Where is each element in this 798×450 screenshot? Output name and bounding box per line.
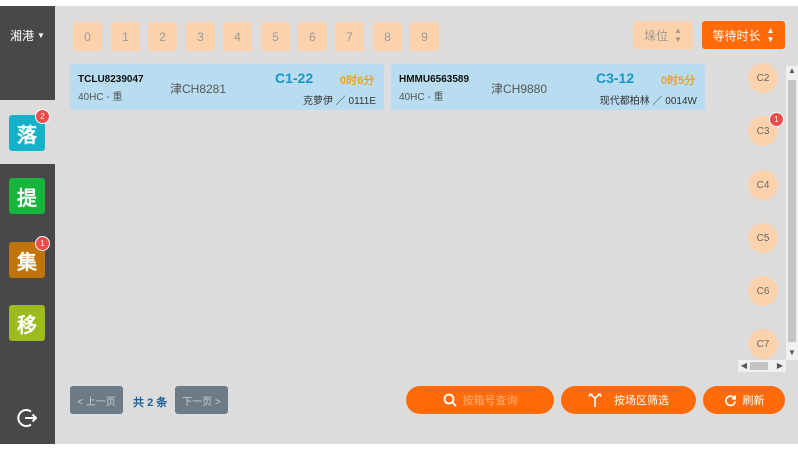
next-page-label: 下一页 > [182,396,221,408]
wait-time: 0时6分 [340,75,375,87]
prev-page-label: < 上一页 [77,396,116,408]
digit-label: 5 [272,29,279,44]
container-card[interactable]: HMMU6563589 40HC - 重 津CH9880 C3-12 0时5分 … [391,64,705,110]
nav-pickup-button[interactable]: 提 [9,178,45,214]
zone-label: C2 [756,72,770,84]
container-number: HMMU6563589 [399,74,470,85]
next-page-button[interactable]: 下一页 > [175,386,228,414]
zone-label: C4 [756,179,770,191]
nav-drop-button[interactable]: 落 2 [9,109,50,151]
vessel-voyage: 现代都柏林 ／ 0014W [599,96,697,107]
digit-filter-9[interactable]: 9 [410,22,439,51]
zone-c3[interactable]: C3 1 [748,112,784,146]
digit-filter-3[interactable]: 3 [186,22,215,51]
zone-filter-label: 按场区筛选 [614,395,669,407]
zone-label: C7 [756,338,770,350]
scroll-left-icon[interactable]: ◀ [738,361,750,370]
total-count: 共 2 条 [133,394,167,410]
zone-label: C5 [756,232,770,244]
app-frame: 湘港 ▼ 落 2 提 集 1 移 0 1 2 3 4 5 6 7 8 9 垛位 … [0,6,798,444]
sort-arrows-icon: ▲ ▼ [674,26,682,44]
digit-filter-6[interactable]: 6 [298,22,327,51]
digit-label: 9 [421,29,428,44]
zone-badge: 1 [769,112,784,127]
scroll-thumb[interactable] [788,80,796,342]
nav-drop-badge: 2 [35,109,50,124]
prev-page-button[interactable]: < 上一页 [70,386,123,414]
nav-move-label: 移 [17,314,37,337]
digit-filter-2[interactable]: 2 [148,22,177,51]
caret-down-icon: ▼ [37,30,45,40]
digit-label: 7 [346,29,353,44]
zone-c5[interactable]: C5 [748,223,778,253]
zone-c6[interactable]: C6 [748,276,778,306]
container-type: 40HC - 重 [399,92,444,103]
search-icon [443,393,457,407]
zone-filter-button[interactable]: 按场区筛选 [561,386,696,414]
total-number: 2 [147,397,154,409]
digit-filter-4[interactable]: 4 [223,22,252,51]
port-selector[interactable]: 湘港 ▼ [0,6,55,64]
truck-plate: 津CH9880 [491,82,548,96]
zone-horizontal-scrollbar[interactable]: ◀ ▶ [738,360,786,372]
zone-c7[interactable]: C7 [748,329,778,359]
nav-drop-label: 落 [17,124,37,147]
refresh-button[interactable]: 刷新 [703,386,785,414]
nav-move-button[interactable]: 移 [9,305,45,341]
container-card[interactable]: TCLU8239047 40HC - 重 津CH8281 C1-22 0时6分 … [70,64,384,110]
nav-pickup-label: 提 [17,187,37,210]
yard-slot: C3-12 [596,70,635,86]
container-search-input[interactable]: 按箱号查询 [406,386,554,414]
zone-label: C3 [756,125,770,137]
total-prefix: 共 [133,397,144,409]
port-label: 湘港 [10,28,35,43]
container-number: TCLU8239047 [78,74,144,85]
zone-vertical-scrollbar[interactable]: ▲ ▼ [786,66,798,360]
yard-slot: C1-22 [275,70,314,86]
vessel-voyage: 克萝伊 ／ 0111E [303,96,376,107]
nav-gather-label: 集 [17,251,37,274]
sort-slot-label: 垛位 [644,28,669,43]
scroll-right-icon[interactable]: ▶ [774,361,786,370]
digit-filter-1[interactable]: 1 [111,22,140,51]
sort-arrows-icon: ▲ ▼ [766,26,775,44]
sort-by-slot-button[interactable]: 垛位 ▲ ▼ [633,21,693,49]
container-type: 40HC - 重 [78,92,123,103]
truck-plate: 津CH8281 [170,82,227,96]
scroll-down-icon[interactable]: ▼ [786,348,798,357]
digit-filter-0[interactable]: 0 [73,22,102,51]
digit-filter-7[interactable]: 7 [335,22,364,51]
digit-label: 3 [197,29,204,44]
digit-label: 4 [234,29,241,44]
zone-c2[interactable]: C2 [748,63,778,93]
sidebar: 湘港 ▼ 落 2 提 集 1 移 [0,6,55,444]
digit-label: 6 [309,29,316,44]
refresh-label: 刷新 [742,395,765,407]
scroll-thumb[interactable] [750,362,768,370]
digit-label: 8 [384,29,391,44]
digit-label: 1 [122,29,129,44]
wait-time: 0时5分 [661,75,696,87]
route-filter-icon [588,393,602,407]
zone-label: C6 [756,285,770,297]
zone-c4[interactable]: C4 [748,170,778,200]
digit-filter-8[interactable]: 8 [373,22,402,51]
total-suffix: 条 [156,397,168,409]
nav-gather-badge: 1 [35,236,50,251]
scroll-up-icon[interactable]: ▲ [786,66,798,75]
digit-filter-5[interactable]: 5 [261,22,290,51]
nav-gather-button[interactable]: 集 1 [9,236,50,278]
search-placeholder: 按箱号查询 [462,395,518,407]
digit-label: 0 [84,29,91,44]
digit-label: 2 [159,29,166,44]
sort-wait-label: 等待时长 [712,28,761,43]
logout-icon[interactable] [13,404,41,432]
sort-by-wait-button[interactable]: 等待时长 ▲ ▼ [702,21,785,49]
refresh-icon [724,394,736,406]
